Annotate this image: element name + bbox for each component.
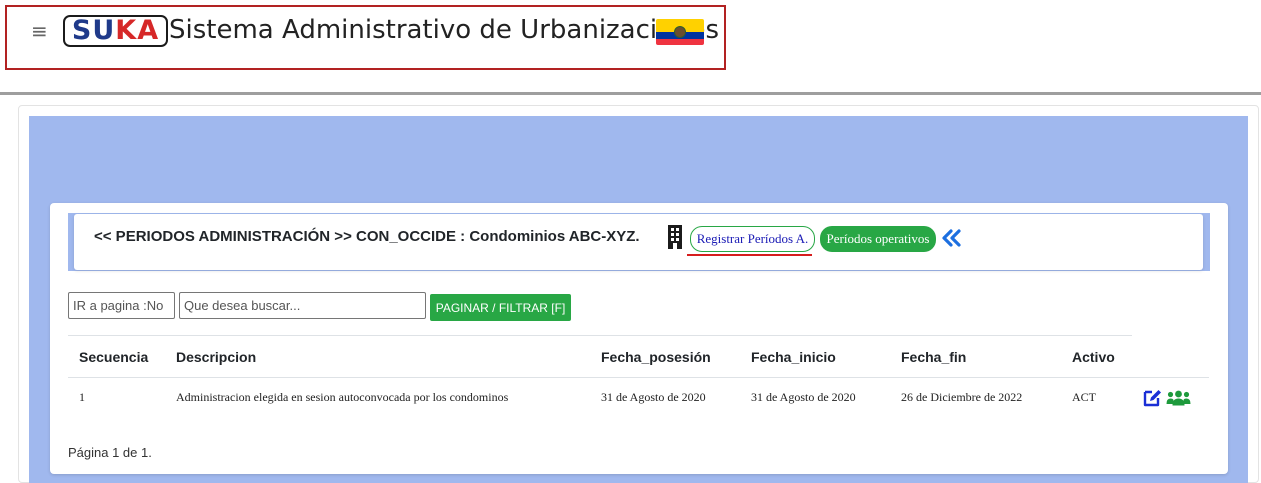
periodos-operativos-button[interactable]: Períodos operativos	[820, 226, 936, 252]
column-header-fecha-fin: Fecha_fin	[901, 349, 967, 365]
paginar-filtrar-button[interactable]: PAGINAR / FILTRAR [F]	[430, 294, 571, 321]
double-chevron-left-icon[interactable]	[941, 228, 963, 248]
edit-icon[interactable]	[1142, 388, 1163, 407]
building-icon	[668, 225, 682, 249]
cell-fecha-posesion: 31 de Agosto de 2020	[601, 390, 706, 404]
cell-descripcion: Administracion elegida en sesion autocon…	[176, 390, 509, 404]
table-header-divider	[68, 377, 1209, 378]
column-header-fecha-inicio: Fecha_inicio	[751, 349, 836, 365]
logo-text-ka: KA	[115, 15, 160, 46]
highlight-underline	[687, 254, 812, 256]
cell-activo: ACT	[1072, 390, 1096, 404]
registrar-periodos-button[interactable]: Registrar Períodos A.	[690, 226, 815, 252]
ecuador-flag-icon	[656, 19, 704, 45]
search-input[interactable]	[179, 292, 426, 319]
column-header-secuencia: Secuencia	[79, 349, 149, 365]
app-title: Sistema Administrativo de Urbanizaciones	[169, 15, 720, 45]
page-heading: << PERIODOS ADMINISTRACIÓN >> CON_OCCIDE…	[94, 228, 640, 245]
cell-fecha-inicio: 31 de Agosto de 2020	[751, 390, 856, 404]
column-header-descripcion: Descripcion	[176, 349, 257, 365]
logo-text-su: SU	[71, 15, 116, 46]
users-icon[interactable]	[1166, 390, 1191, 406]
goto-page-input[interactable]	[68, 292, 175, 319]
column-header-activo: Activo	[1072, 349, 1115, 365]
suka-logo[interactable]: SU KA	[63, 15, 168, 47]
hamburger-menu-icon[interactable]: ≡	[31, 20, 48, 42]
column-header-fecha-posesion: Fecha_posesión	[601, 349, 711, 365]
cell-fecha-fin: 26 de Diciembre de 2022	[901, 390, 1023, 404]
cell-secuencia: 1	[79, 390, 85, 404]
pagination-status: Página 1 de 1.	[68, 445, 152, 460]
divider	[68, 335, 1132, 336]
